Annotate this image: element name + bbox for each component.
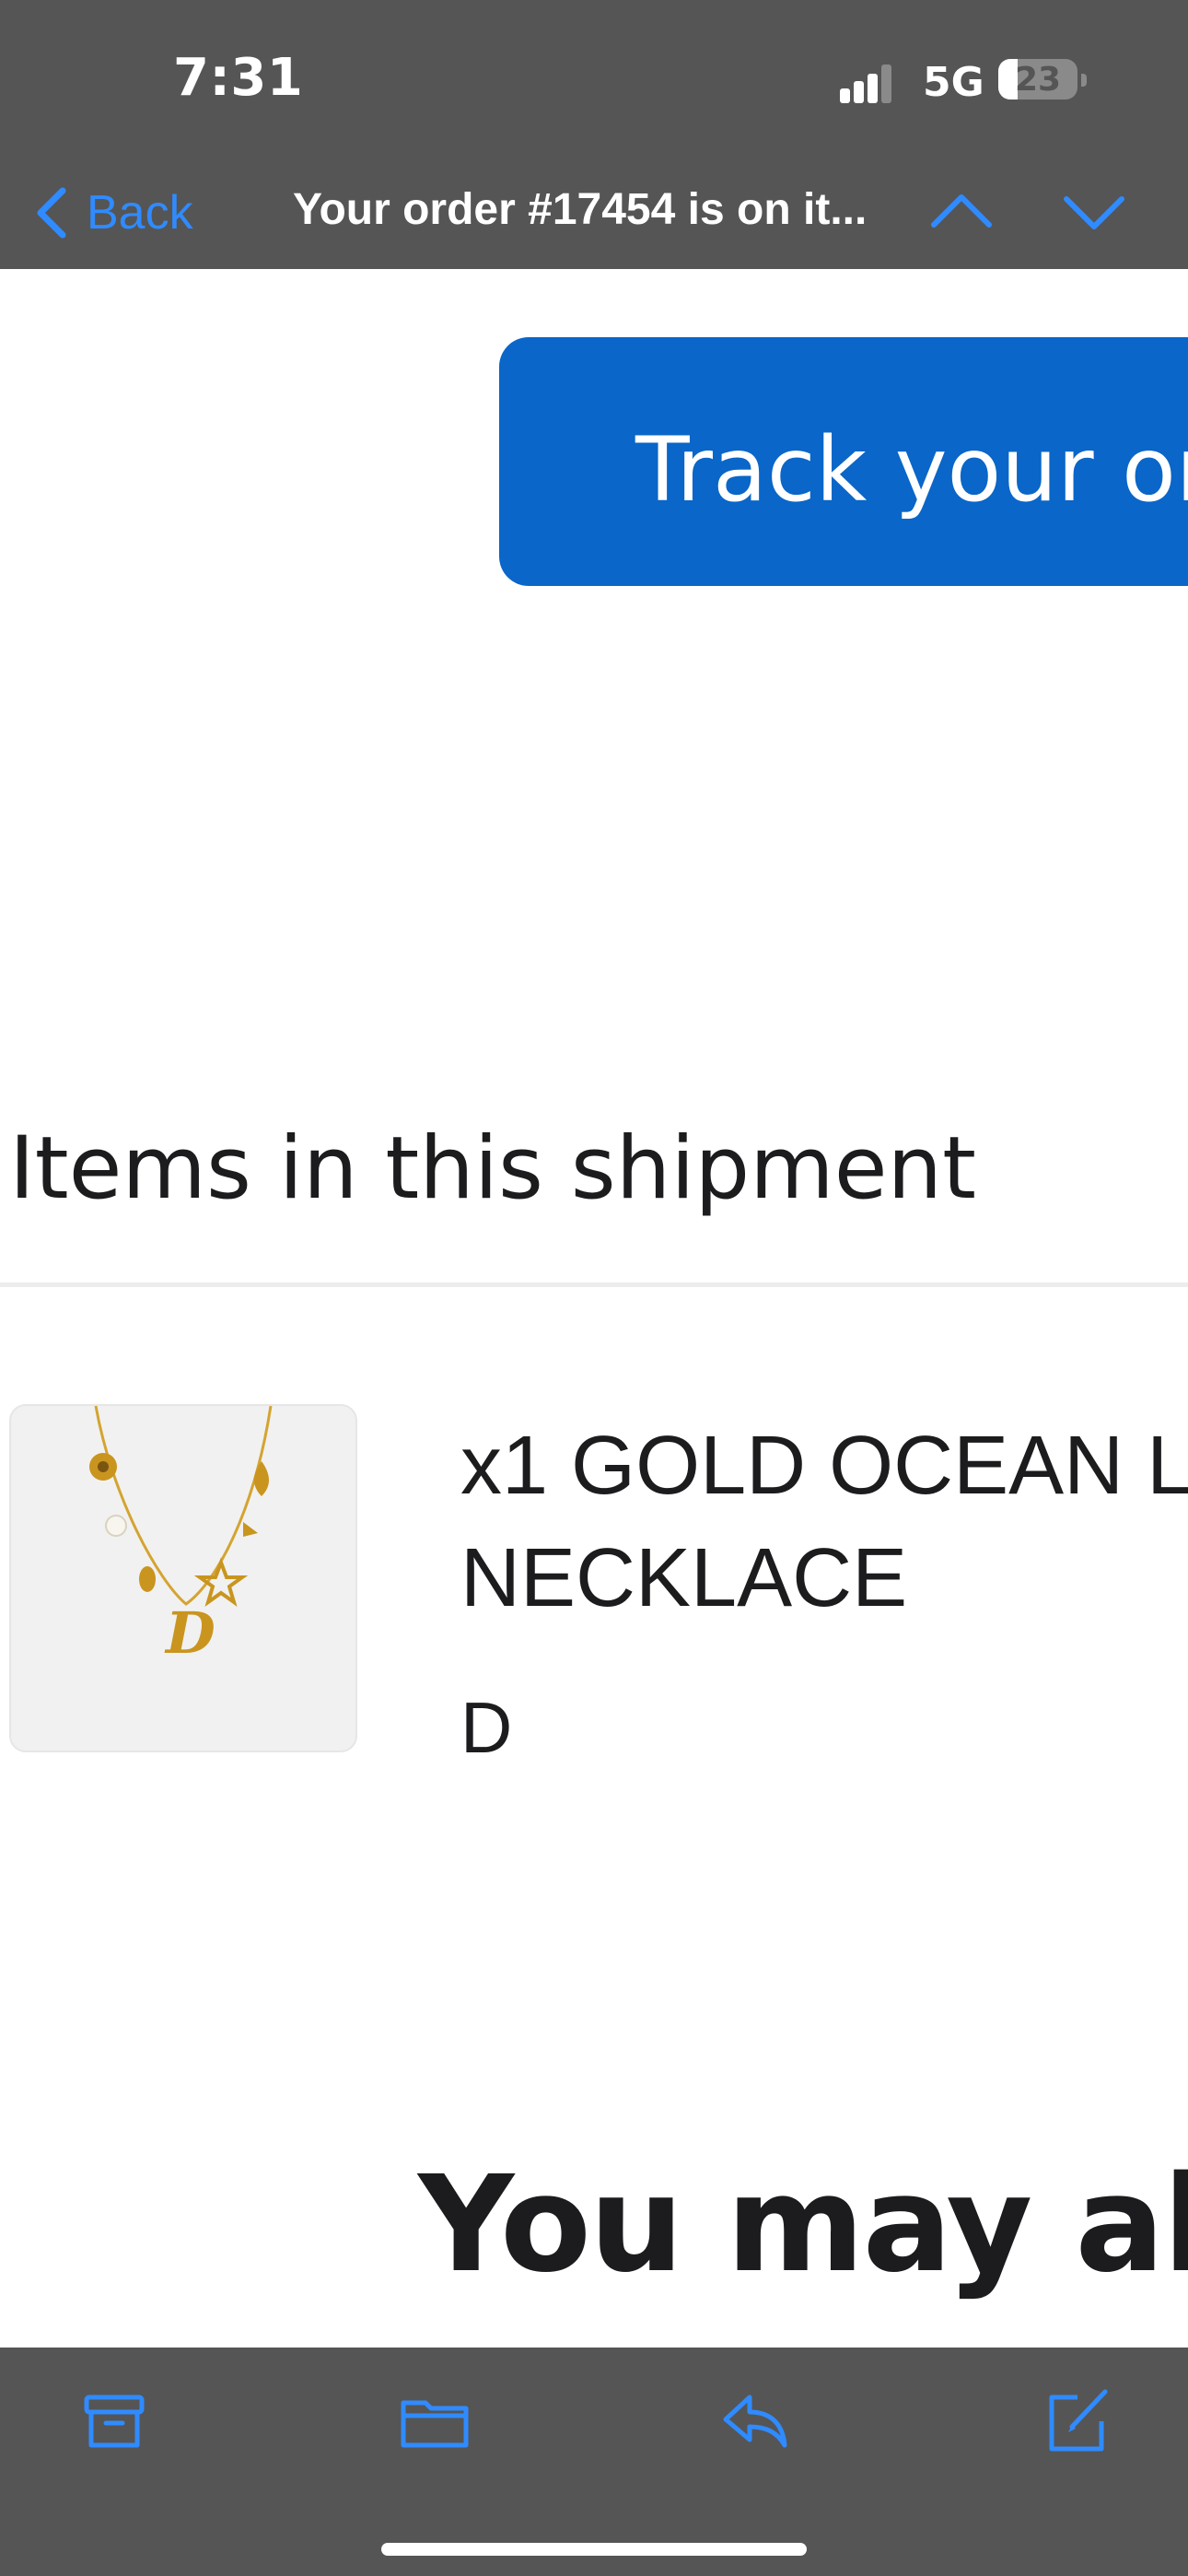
back-label: Back <box>87 186 193 240</box>
battery-cap <box>1081 74 1087 87</box>
product-title-line-2: NECKLACE <box>460 1532 908 1624</box>
status-bar: 7:31 5G 23 <box>0 0 1188 157</box>
email-content: Track your order Items in this shipment … <box>0 0 1188 2576</box>
home-indicator[interactable] <box>381 2543 807 2556</box>
battery-level: 23 <box>1014 61 1062 99</box>
mail-nav-bar: Back Your order #17454 is on it... <box>0 157 1188 269</box>
archive-icon <box>84 2395 145 2448</box>
product-variant: D <box>460 1687 513 1768</box>
section-divider <box>0 1282 1188 1287</box>
recommendations-heading: You may also <box>418 2147 1188 2301</box>
chevron-left-icon <box>37 187 66 239</box>
product-thumbnail[interactable]: D <box>9 1404 357 1752</box>
items-section-heading: Items in this shipment <box>9 1118 976 1219</box>
email-subject-title: Your order #17454 is on it... <box>293 185 868 234</box>
back-button[interactable]: Back <box>33 181 193 245</box>
svg-text:D: D <box>164 1599 215 1667</box>
compose-button[interactable] <box>1039 2384 1112 2458</box>
network-type: 5G <box>923 59 984 106</box>
chevron-up-icon <box>931 194 992 228</box>
reply-icon <box>723 2395 787 2448</box>
compose-icon <box>1049 2389 1108 2452</box>
track-order-label: Track your order <box>635 418 1188 521</box>
reply-button[interactable] <box>718 2384 792 2458</box>
archive-button[interactable] <box>77 2384 151 2458</box>
status-time: 7:31 <box>173 48 304 108</box>
previous-message-button[interactable] <box>928 184 995 240</box>
product-title-line-1: x1 GOLD OCEAN L <box>460 1420 1188 1512</box>
chevron-down-icon <box>1064 196 1124 229</box>
move-to-folder-button[interactable] <box>398 2384 472 2458</box>
track-order-button[interactable]: Track your order <box>499 337 1188 586</box>
product-title: x1 GOLD OCEAN L NECKLACE <box>460 1410 1188 1634</box>
folder-icon <box>401 2400 469 2448</box>
mail-toolbar <box>0 2348 1188 2576</box>
cellular-signal-icon <box>840 63 893 103</box>
battery-icon: 23 <box>998 59 1077 100</box>
next-message-button[interactable] <box>1061 184 1127 240</box>
gold-charm-necklace-image: D <box>89 1406 273 1667</box>
